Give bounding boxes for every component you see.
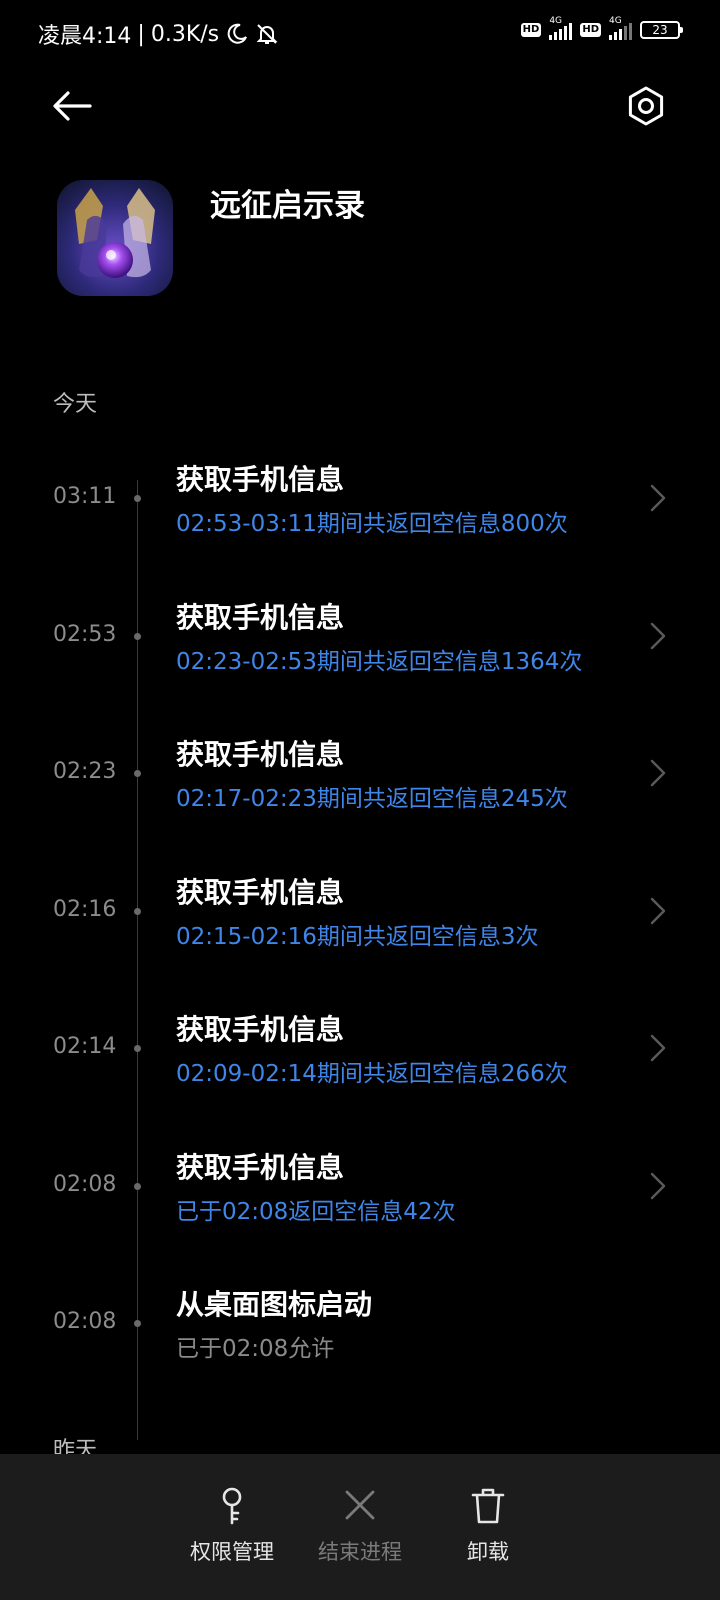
force-stop-button[interactable]: 结束进程 [305,1486,415,1566]
timeline-title: 获取手机信息 [176,1151,345,1184]
settings-hexagon-icon [628,86,664,126]
bottom-action-bar: 权限管理 结束进程 卸载 [0,1454,720,1600]
timeline-time: 02:16 [53,897,117,922]
network-speed: 0.3K/s [150,21,220,47]
bell-off-icon [256,24,278,44]
signal-4g-icon: 4G [609,16,632,40]
timeline-time: 02:08 [53,1172,117,1197]
timeline-detail: 已于02:08允许 [176,1336,335,1362]
timeline-item[interactable]: 03:11 获取手机信息 02:53-03:11期间共返回空信息800次 [0,456,720,556]
timeline-item[interactable]: 02:16 获取手机信息 02:15-02:16期间共返回空信息3次 [0,869,720,969]
timeline-title: 获取手机信息 [176,601,345,634]
timeline-item[interactable]: 02:08 获取手机信息已于02:08返回空信息42次 [0,1144,720,1244]
settings-button[interactable] [622,82,670,130]
moon-icon [227,23,248,44]
timeline-dot [134,908,141,915]
hd-icon: HD [580,23,601,37]
signal-4g-icon: 4G [549,16,573,40]
trash-icon [471,1488,505,1524]
timeline-detail: 02:17-02:23期间共返回空信息245次 [176,786,568,812]
key-icon [222,1487,242,1525]
chevron-right-icon [650,1172,666,1200]
timeline-title: 从桌面图标启动 [176,1288,373,1321]
timeline-title: 获取手机信息 [176,463,345,496]
app-header: 远征启示录 [57,180,680,300]
uninstall-button[interactable]: 卸载 [433,1486,543,1566]
status-separator: | [137,21,145,47]
timeline-dot [134,633,141,640]
timeline-time: 02:23 [53,759,117,784]
hd-icon: HD [520,23,542,37]
back-button[interactable] [48,82,96,130]
timeline-detail: 02:53-03:11期间共返回空信息800次 [176,511,568,537]
timeline-item[interactable]: 02:23 获取手机信息 02:17-02:23期间共返回空信息245次 [0,731,720,831]
close-icon [345,1490,375,1520]
timeline-item[interactable]: 02:14 获取手机信息 02:09-02:14期间共返回空信息266次 [0,1006,720,1106]
force-stop-label: 结束进程 [318,1540,402,1564]
section-today: 今天 [53,392,98,417]
chevron-right-icon [650,484,666,512]
app-name: 远征启示录 [210,188,365,224]
timeline-dot [134,1045,141,1052]
chevron-right-icon [650,622,666,650]
timeline-dot [134,1183,141,1190]
chevron-right-icon [650,897,666,925]
app-icon [57,180,173,296]
chevron-right-icon [650,1034,666,1062]
chevron-right-icon [650,759,666,787]
arrow-left-icon [53,91,92,121]
timeline-detail: 02:15-02:16期间共返回空信息3次 [176,924,539,950]
timeline-title: 获取手机信息 [176,876,345,909]
timeline-time: 02:08 [53,1309,117,1334]
status-bar: 凌晨4:14 | 0.3K/s HD 4G HD 4G 23 [0,0,720,70]
timeline-dot [134,495,141,502]
status-time: 凌晨4:14 [38,24,132,49]
timeline-detail: 02:09-02:14期间共返回空信息266次 [176,1061,568,1087]
timeline-dot [134,770,141,777]
timeline-dot [134,1320,141,1327]
top-nav [0,78,720,134]
timeline-item[interactable]: 02:53 获取手机信息 02:23-02:53期间共返回空信息1364次 [0,594,720,694]
timeline-time: 03:11 [53,484,117,509]
status-left: 凌晨4:14 | 0.3K/s [38,18,279,50]
uninstall-label: 卸载 [467,1540,509,1564]
timeline-item: 02:08 从桌面图标启动已于02:08允许 [0,1281,720,1381]
timeline-detail: 已于02:08返回空信息42次 [176,1199,456,1225]
permissions-label: 权限管理 [190,1540,274,1564]
permissions-button[interactable]: 权限管理 [177,1486,287,1566]
battery-icon: 23 [640,21,683,39]
timeline-time: 02:14 [53,1034,117,1059]
timeline-title: 获取手机信息 [176,738,345,771]
timeline-title: 获取手机信息 [176,1013,345,1046]
status-right: HD 4G HD 4G 23 [520,16,683,40]
timeline-detail: 02:23-02:53期间共返回空信息1364次 [176,649,583,675]
timeline-time: 02:53 [53,622,117,647]
